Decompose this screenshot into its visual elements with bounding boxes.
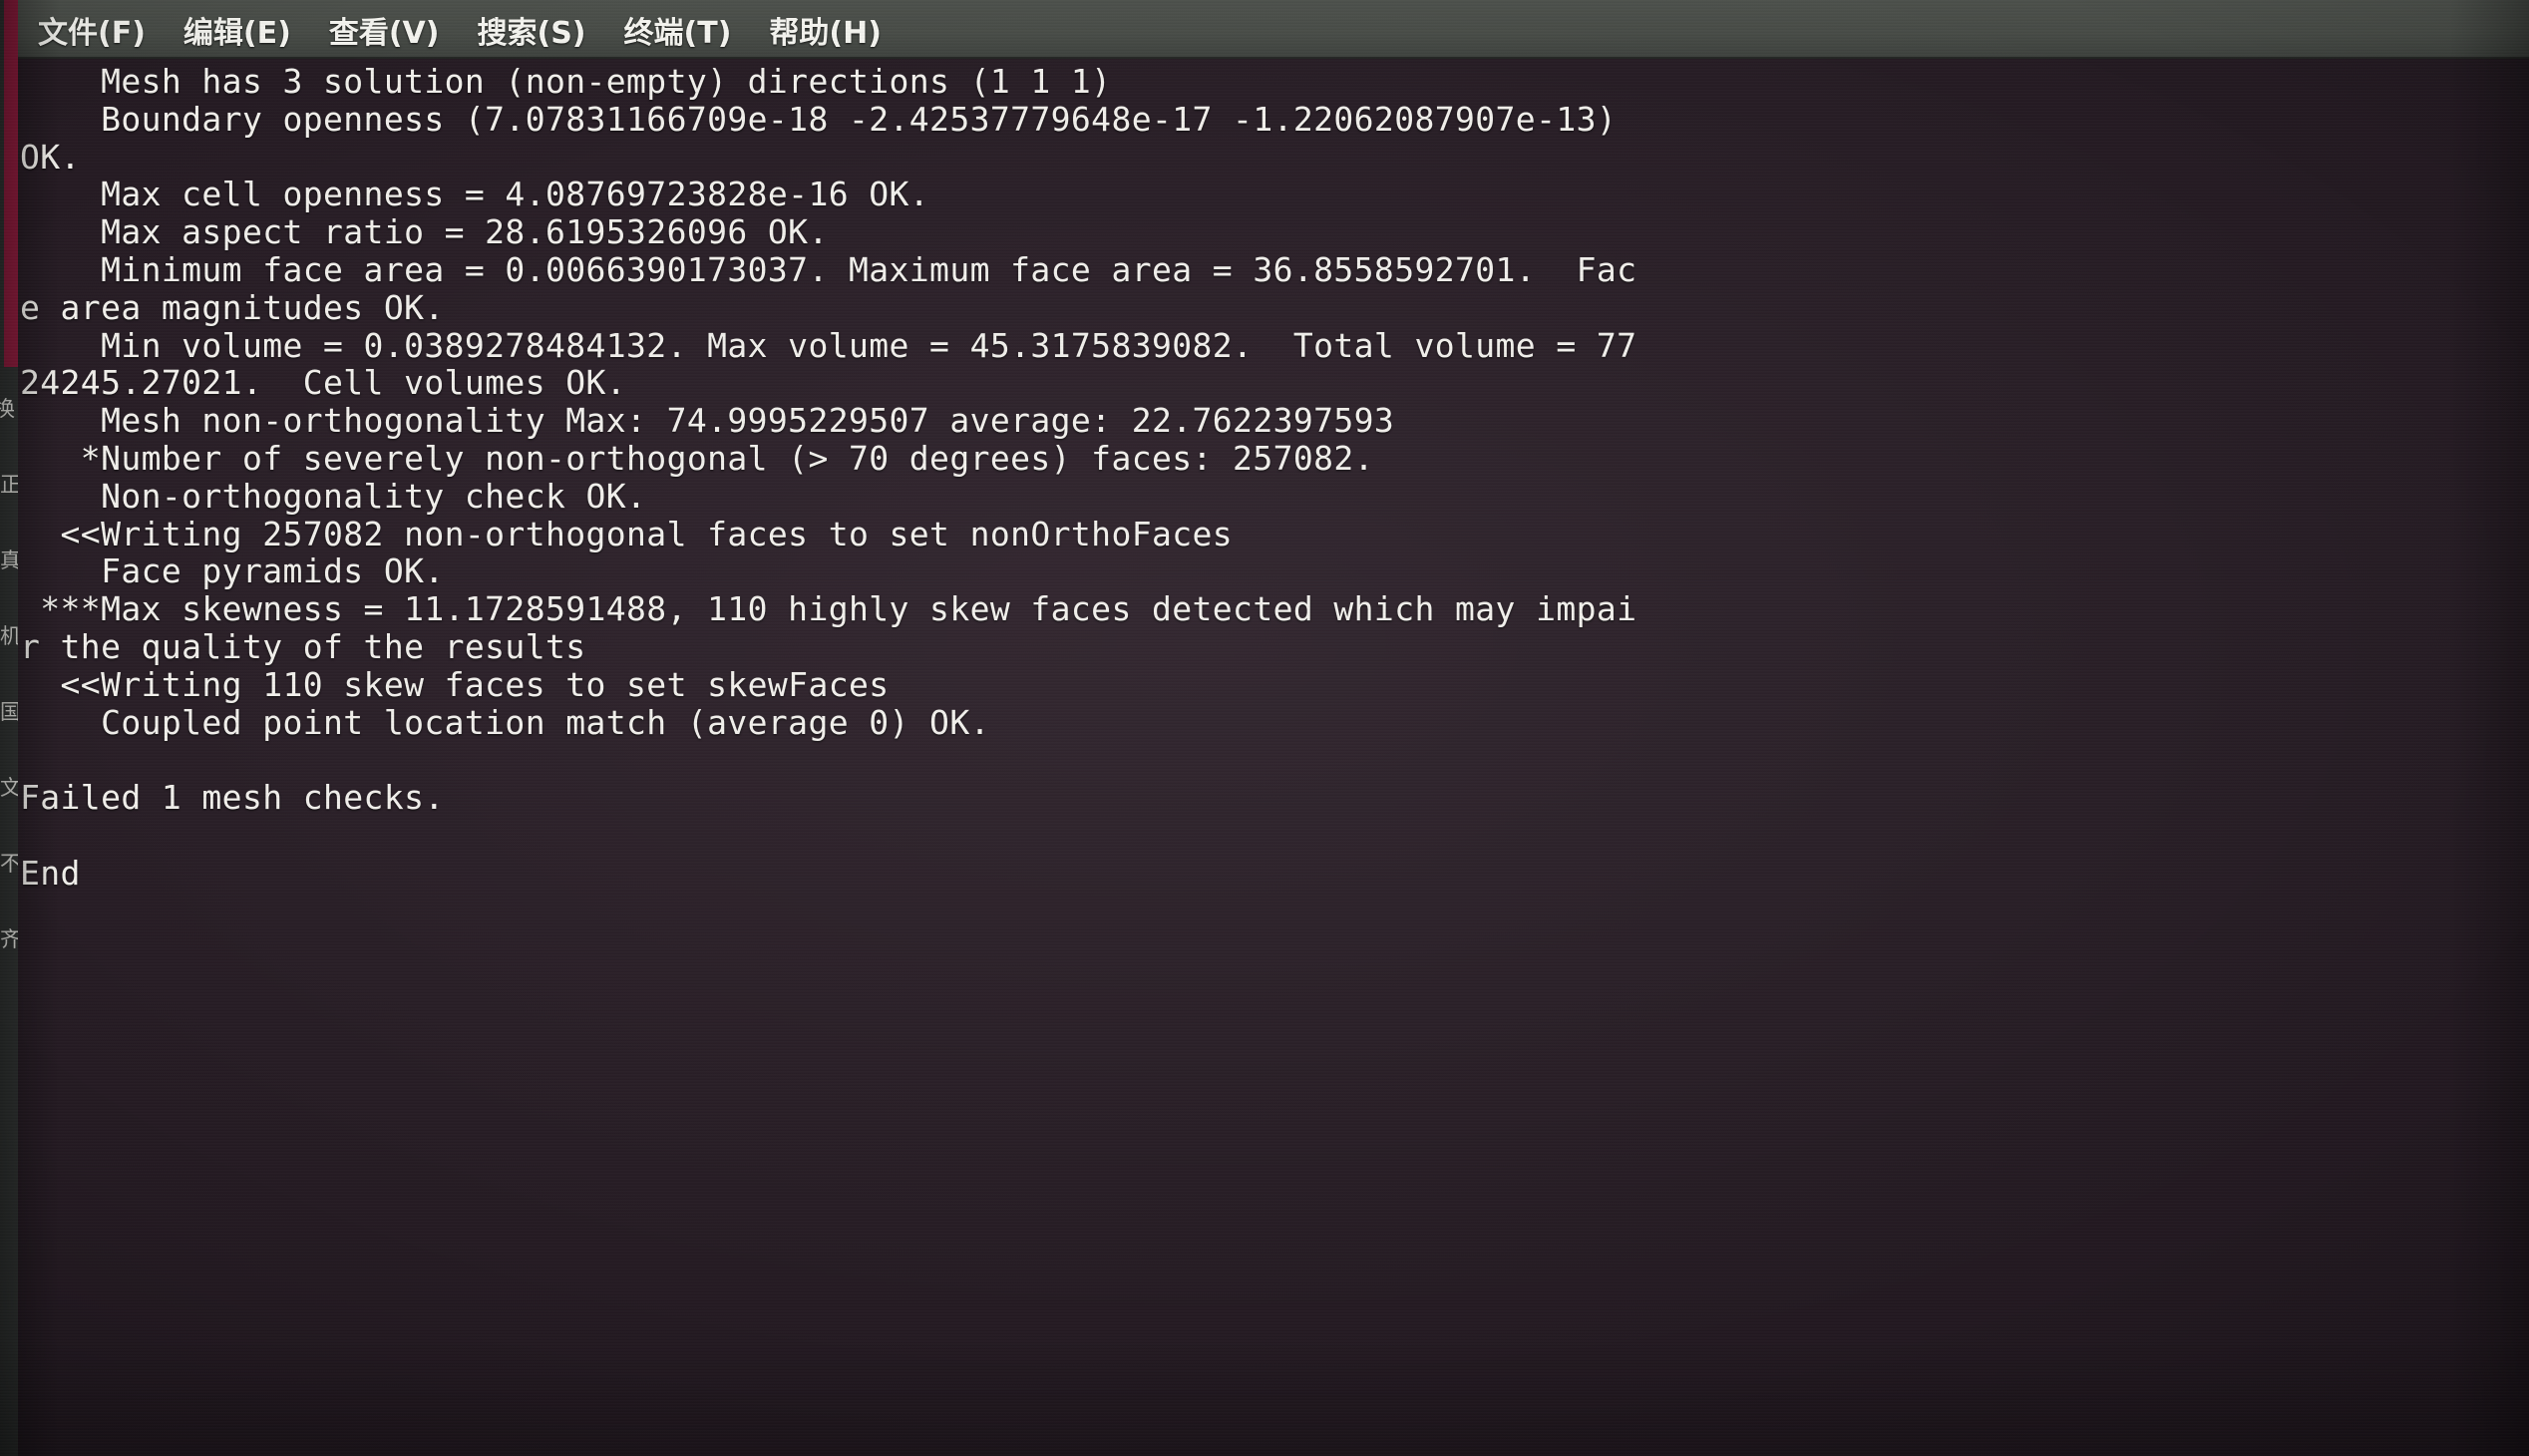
menu-item-terminal[interactable]: 终端(T) (624, 8, 732, 52)
terminal-line: r the quality of the results (20, 626, 586, 666)
terminal-line: *Number of severely non-orthogonal (> 70… (20, 438, 1374, 478)
terminal-line: Failed 1 mesh checks. (20, 778, 445, 818)
terminal-output-area[interactable]: Mesh has 3 solution (non-empty) directio… (18, 59, 2529, 1456)
terminal-line: OK. (20, 137, 81, 177)
terminal-line: <<Writing 257082 non-orthogonal faces to… (20, 514, 1234, 553)
menu-item-file[interactable]: 文件(F) (38, 8, 146, 52)
terminal-line: Mesh non-orthogonality Max: 74.999522950… (20, 401, 1395, 441)
menu-item-view[interactable]: 查看(V) (329, 8, 440, 52)
terminal-line: <<Writing 110 skew faces to set skewFace… (20, 664, 890, 704)
background-window-accent-bar (4, 0, 18, 367)
screen-photo: 换 正 真 机 国 文 不 齐 文件(F) 编辑(E) 查看(V) 搜索(S) … (0, 0, 2529, 1456)
terminal-line: End (20, 853, 81, 893)
terminal-line-list: Mesh has 3 solution (non-empty) directio… (20, 63, 2529, 929)
terminal-line: ***Max skewness = 11.1728591488, 110 hig… (20, 589, 1637, 629)
terminal-window[interactable]: 文件(F) 编辑(E) 查看(V) 搜索(S) 终端(T) 帮助(H) Mesh… (18, 0, 2529, 1456)
terminal-line: e area magnitudes OK. (20, 287, 445, 327)
menu-item-search[interactable]: 搜索(S) (477, 8, 585, 52)
terminal-line: Non-orthogonality check OK. (20, 476, 647, 516)
terminal-line: Min volume = 0.0389278484132. Max volume… (20, 325, 1637, 365)
terminal-line: Face pyramids OK. (20, 551, 445, 591)
menu-bar: 文件(F) 编辑(E) 查看(V) 搜索(S) 终端(T) 帮助(H) (18, 0, 2529, 59)
terminal-line: Max aspect ratio = 28.6195326096 OK. (20, 212, 829, 252)
menu-item-help[interactable]: 帮助(H) (769, 8, 882, 52)
terminal-line: Boundary openness (7.07831166709e-18 -2.… (20, 99, 1618, 139)
menu-item-edit[interactable]: 编辑(E) (183, 8, 291, 52)
terminal-line: Max cell openness = 4.08769723828e-16 OK… (20, 175, 930, 214)
terminal-line: Mesh has 3 solution (non-empty) directio… (20, 62, 1112, 101)
terminal-line: Minimum face area = 0.0066390173037. Max… (20, 249, 1637, 289)
terminal-line: Coupled point location match (average 0)… (20, 702, 990, 742)
terminal-line: 24245.27021. Cell volumes OK. (20, 363, 627, 403)
